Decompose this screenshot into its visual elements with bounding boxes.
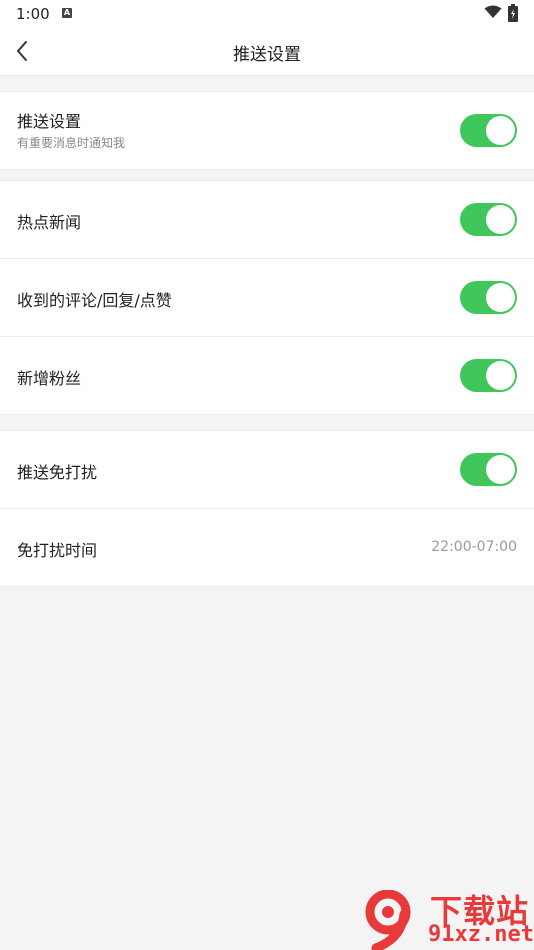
comments-replies-likes-row: 收到的评论/回复/点赞 — [0, 259, 534, 337]
nine-logo-icon — [365, 890, 411, 950]
toggle-knob — [486, 361, 515, 390]
notification-icon: A — [62, 8, 72, 18]
toggle-knob — [486, 283, 515, 312]
do-not-disturb-toggle[interactable] — [460, 453, 517, 486]
toggle-knob — [486, 455, 515, 484]
row-label: 推送设置 — [17, 112, 82, 131]
do-not-disturb-time-value: 22:00-07:00 — [431, 539, 517, 555]
toggle-knob — [486, 116, 515, 145]
row-label: 热点新闻 — [17, 213, 82, 232]
do-not-disturb-group: 推送免打扰 免打扰时间 22:00-07:00 — [0, 430, 534, 587]
new-followers-toggle[interactable] — [460, 359, 517, 392]
page-title: 推送设置 — [233, 45, 301, 65]
do-not-disturb-row: 推送免打扰 — [0, 431, 534, 509]
status-time: 1:00 — [16, 5, 50, 23]
watermark-logo: 下载站 91xz.net — [362, 884, 534, 950]
push-settings-toggle[interactable] — [460, 114, 517, 147]
toggle-knob — [486, 205, 515, 234]
row-sublabel: 有重要消息时通知我 — [17, 136, 126, 150]
row-label: 免打扰时间 — [17, 541, 98, 560]
watermark-url: 91xz.net — [428, 922, 534, 947]
hot-news-row: 热点新闻 — [0, 181, 534, 259]
row-label: 推送免打扰 — [17, 463, 98, 482]
push-settings-group: 推送设置 有重要消息时通知我 — [0, 91, 534, 170]
wifi-icon — [484, 5, 502, 18]
new-followers-row: 新增粉丝 — [0, 337, 534, 414]
header: 推送设置 — [0, 28, 534, 76]
do-not-disturb-time-row[interactable]: 免打扰时间 22:00-07:00 — [0, 509, 534, 586]
hot-news-toggle[interactable] — [460, 203, 517, 236]
comments-replies-likes-toggle[interactable] — [460, 281, 517, 314]
battery-icon — [508, 4, 518, 22]
push-settings-row: 推送设置 有重要消息时通知我 — [0, 92, 534, 169]
row-label: 新增粉丝 — [17, 369, 82, 388]
status-bar: 1:00 A — [0, 0, 534, 28]
notification-types-group: 热点新闻 收到的评论/回复/点赞 新增粉丝 — [0, 180, 534, 415]
row-label: 收到的评论/回复/点赞 — [17, 291, 172, 310]
